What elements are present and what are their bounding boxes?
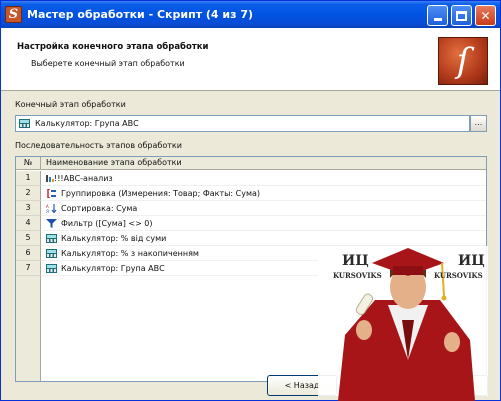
minimize-button[interactable]: [427, 5, 448, 26]
stage-name: !!!АВС-анализ: [54, 174, 113, 183]
close-icon: ✕: [480, 8, 491, 23]
row-number: 5: [16, 231, 41, 246]
cancel-button[interactable]: Отмена: [418, 375, 488, 396]
table-row[interactable]: 1 !!!АВС-анализ: [16, 171, 486, 186]
window-title: Мастер обработки - Скрипт (4 из 7): [27, 8, 254, 21]
table-body: 1 !!!АВС-анализ 2 Группировка (Измерения…: [16, 171, 486, 276]
final-stage-label: Конечный этап обработки: [15, 100, 126, 109]
table-row[interactable]: 7 Калькулятор: Група АВС: [16, 261, 486, 276]
row-number: 4: [16, 216, 41, 231]
close-button[interactable]: ✕: [475, 5, 496, 26]
row-number: 1: [16, 171, 41, 186]
header-title: Настройка конечного этапа обработки: [17, 42, 209, 52]
next-button[interactable]: Далее >: [337, 375, 407, 396]
maximize-icon: [456, 10, 467, 21]
wizard-logo-icon: ſ: [438, 37, 488, 85]
title-bar[interactable]: S Мастер обработки - Скрипт (4 из 7) ✕: [1, 1, 500, 28]
column-header-name[interactable]: Наименование этапа обработки: [46, 157, 182, 170]
app-logo-icon: S: [5, 6, 22, 23]
minimize-icon: [433, 18, 442, 21]
stages-table[interactable]: № Наименование этапа обработки 1 !!!АВС-…: [15, 156, 487, 382]
stage-name: Сортировка: Сума: [61, 204, 138, 213]
table-row[interactable]: 3 AЯ Сортировка: Сума: [16, 201, 486, 216]
filter-icon: [46, 219, 57, 228]
sort-icon: AЯ: [46, 204, 57, 213]
row-number-gutter: [16, 276, 41, 381]
stage-name: Фильтр ([Сума] <> 0): [61, 219, 153, 228]
table-row[interactable]: 6 Калькулятор: % з накопиченням: [16, 246, 486, 261]
stage-name: Калькулятор: Група АВС: [61, 264, 165, 273]
stage-name: Калькулятор: % від суми: [61, 234, 167, 243]
svg-text:Я: Я: [46, 209, 49, 213]
header-subtitle: Выберете конечный этап обработки: [31, 59, 185, 68]
final-stage-value: Калькулятор: Група АВС: [35, 119, 139, 128]
grouping-icon: [46, 189, 57, 198]
wizard-header: Настройка конечного этапа обработки Выбе…: [1, 28, 500, 91]
table-row[interactable]: 5 Калькулятор: % від суми: [16, 231, 486, 246]
row-number: 7: [16, 261, 41, 276]
wizard-window: S Мастер обработки - Скрипт (4 из 7) ✕ Н…: [0, 0, 501, 401]
calculator-icon: [46, 234, 57, 243]
table-row[interactable]: 2 Группировка (Измерения: Товар; Факты: …: [16, 186, 486, 201]
final-stage-field[interactable]: Калькулятор: Група АВС: [15, 115, 470, 132]
row-number: 6: [16, 246, 41, 261]
row-number: 3: [16, 201, 41, 216]
stage-name: Группировка (Измерения: Товар; Факты: Су…: [61, 189, 261, 198]
maximize-button[interactable]: [451, 5, 472, 26]
sequence-label: Последовательность этапов обработки: [15, 141, 182, 150]
stage-name: Калькулятор: % з накопиченням: [61, 249, 199, 258]
calculator-icon: [46, 264, 57, 273]
calculator-icon: [19, 119, 30, 128]
column-header-number[interactable]: №: [16, 157, 41, 170]
table-row[interactable]: 4 Фильтр ([Сума] <> 0): [16, 216, 486, 231]
table-header: № Наименование этапа обработки: [16, 157, 486, 170]
back-button[interactable]: < Назад: [267, 375, 337, 396]
row-number: 2: [16, 186, 41, 201]
browse-button[interactable]: ...: [470, 115, 487, 132]
calculator-icon: [46, 249, 57, 258]
